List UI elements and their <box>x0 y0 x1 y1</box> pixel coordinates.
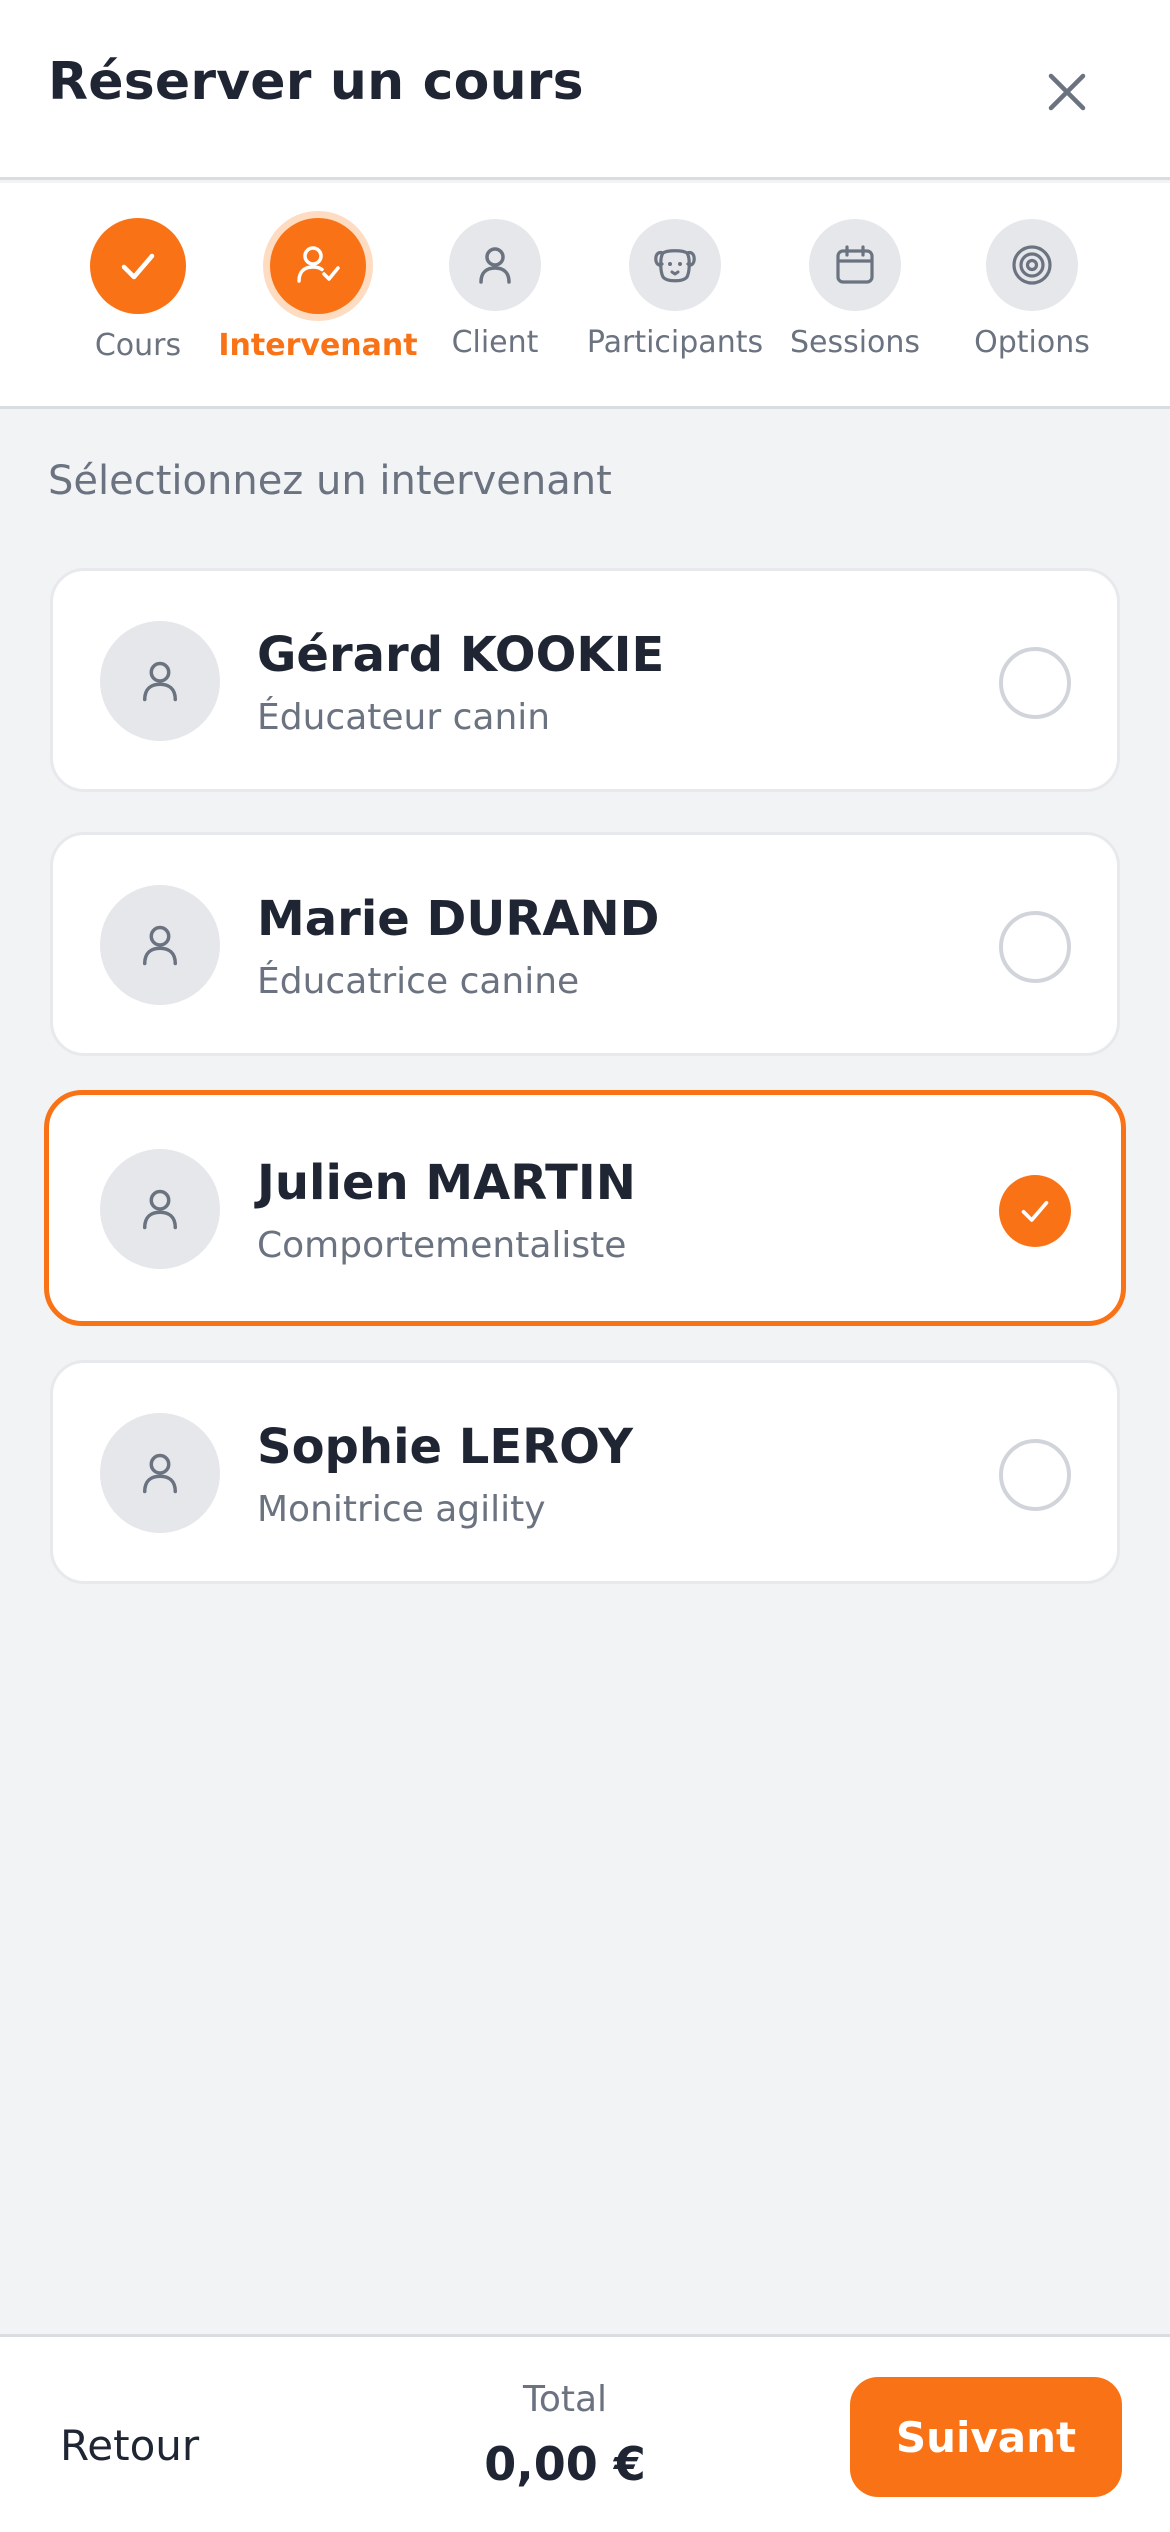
page-title: Réserver un cours <box>48 52 584 112</box>
user-icon <box>142 1189 178 1230</box>
step-circle-pending <box>986 219 1078 311</box>
header: Réserver un cours <box>0 0 1170 180</box>
radio-selected[interactable] <box>999 1175 1071 1247</box>
calendar-icon <box>836 245 874 284</box>
instructor-card-gerard-kookie[interactable]: Gérard KOOKIE Éducateur canin <box>50 568 1120 792</box>
instructor-name: Gérard KOOKIE <box>257 627 665 683</box>
user-icon <box>142 925 178 966</box>
avatar <box>100 1413 220 1533</box>
booking-stepper: Cours Intervenant Client Participants Se… <box>0 183 1170 409</box>
user-icon <box>479 247 511 284</box>
step-participants[interactable]: Participants <box>585 183 765 409</box>
instructor-card-julien-martin[interactable]: Julien MARTIN Comportementaliste <box>44 1090 1126 1326</box>
instructor-name: Sophie LEROY <box>257 1419 633 1475</box>
avatar <box>100 1149 220 1269</box>
step-client[interactable]: Client <box>405 183 585 409</box>
instructor-role: Éducateur canin <box>257 697 551 738</box>
step-label: Client <box>451 325 539 360</box>
step-label: Participants <box>586 325 764 360</box>
check-icon <box>1021 1200 1049 1222</box>
step-label: Sessions <box>789 325 921 360</box>
step-intervenant[interactable]: Intervenant <box>218 183 418 409</box>
step-label: Cours <box>94 328 182 363</box>
section-title: Sélectionnez un intervenant <box>48 458 612 504</box>
avatar <box>100 885 220 1005</box>
instructor-card-marie-durand[interactable]: Marie DURAND Éducatrice canine <box>50 832 1120 1056</box>
radio-unselected[interactable] <box>999 1439 1071 1511</box>
instructor-name: Marie DURAND <box>257 891 660 947</box>
target-icon <box>1012 245 1052 285</box>
radio-unselected[interactable] <box>999 647 1071 719</box>
radio-unselected[interactable] <box>999 911 1071 983</box>
user-icon <box>142 1453 178 1494</box>
dog-icon <box>654 249 696 283</box>
step-label: Options <box>974 325 1090 360</box>
next-button[interactable]: Suivant <box>850 2377 1122 2497</box>
footer-bar: Retour Total 0,00 € Suivant <box>0 2334 1170 2532</box>
step-circle-pending <box>449 219 541 311</box>
instructor-role: Comportementaliste <box>257 1225 627 1266</box>
close-button[interactable] <box>1035 60 1099 124</box>
instructor-role: Éducatrice canine <box>257 961 580 1002</box>
step-circle-pending <box>809 219 901 311</box>
step-label: Intervenant <box>218 328 418 363</box>
close-icon <box>1048 73 1086 111</box>
step-circle-pending <box>629 219 721 311</box>
step-circle-active <box>270 218 366 314</box>
step-options[interactable]: Options <box>942 183 1122 409</box>
step-sessions[interactable]: Sessions <box>765 183 945 409</box>
avatar <box>100 621 220 741</box>
user-check-icon <box>297 246 340 283</box>
instructor-card-sophie-leroy[interactable]: Sophie LEROY Monitrice agility <box>50 1360 1120 1584</box>
check-icon <box>121 253 155 280</box>
user-icon <box>142 661 178 702</box>
step-cours[interactable]: Cours <box>48 183 228 409</box>
instructor-name: Julien MARTIN <box>257 1155 636 1211</box>
instructor-role: Monitrice agility <box>257 1489 546 1530</box>
step-circle-done <box>90 218 186 314</box>
